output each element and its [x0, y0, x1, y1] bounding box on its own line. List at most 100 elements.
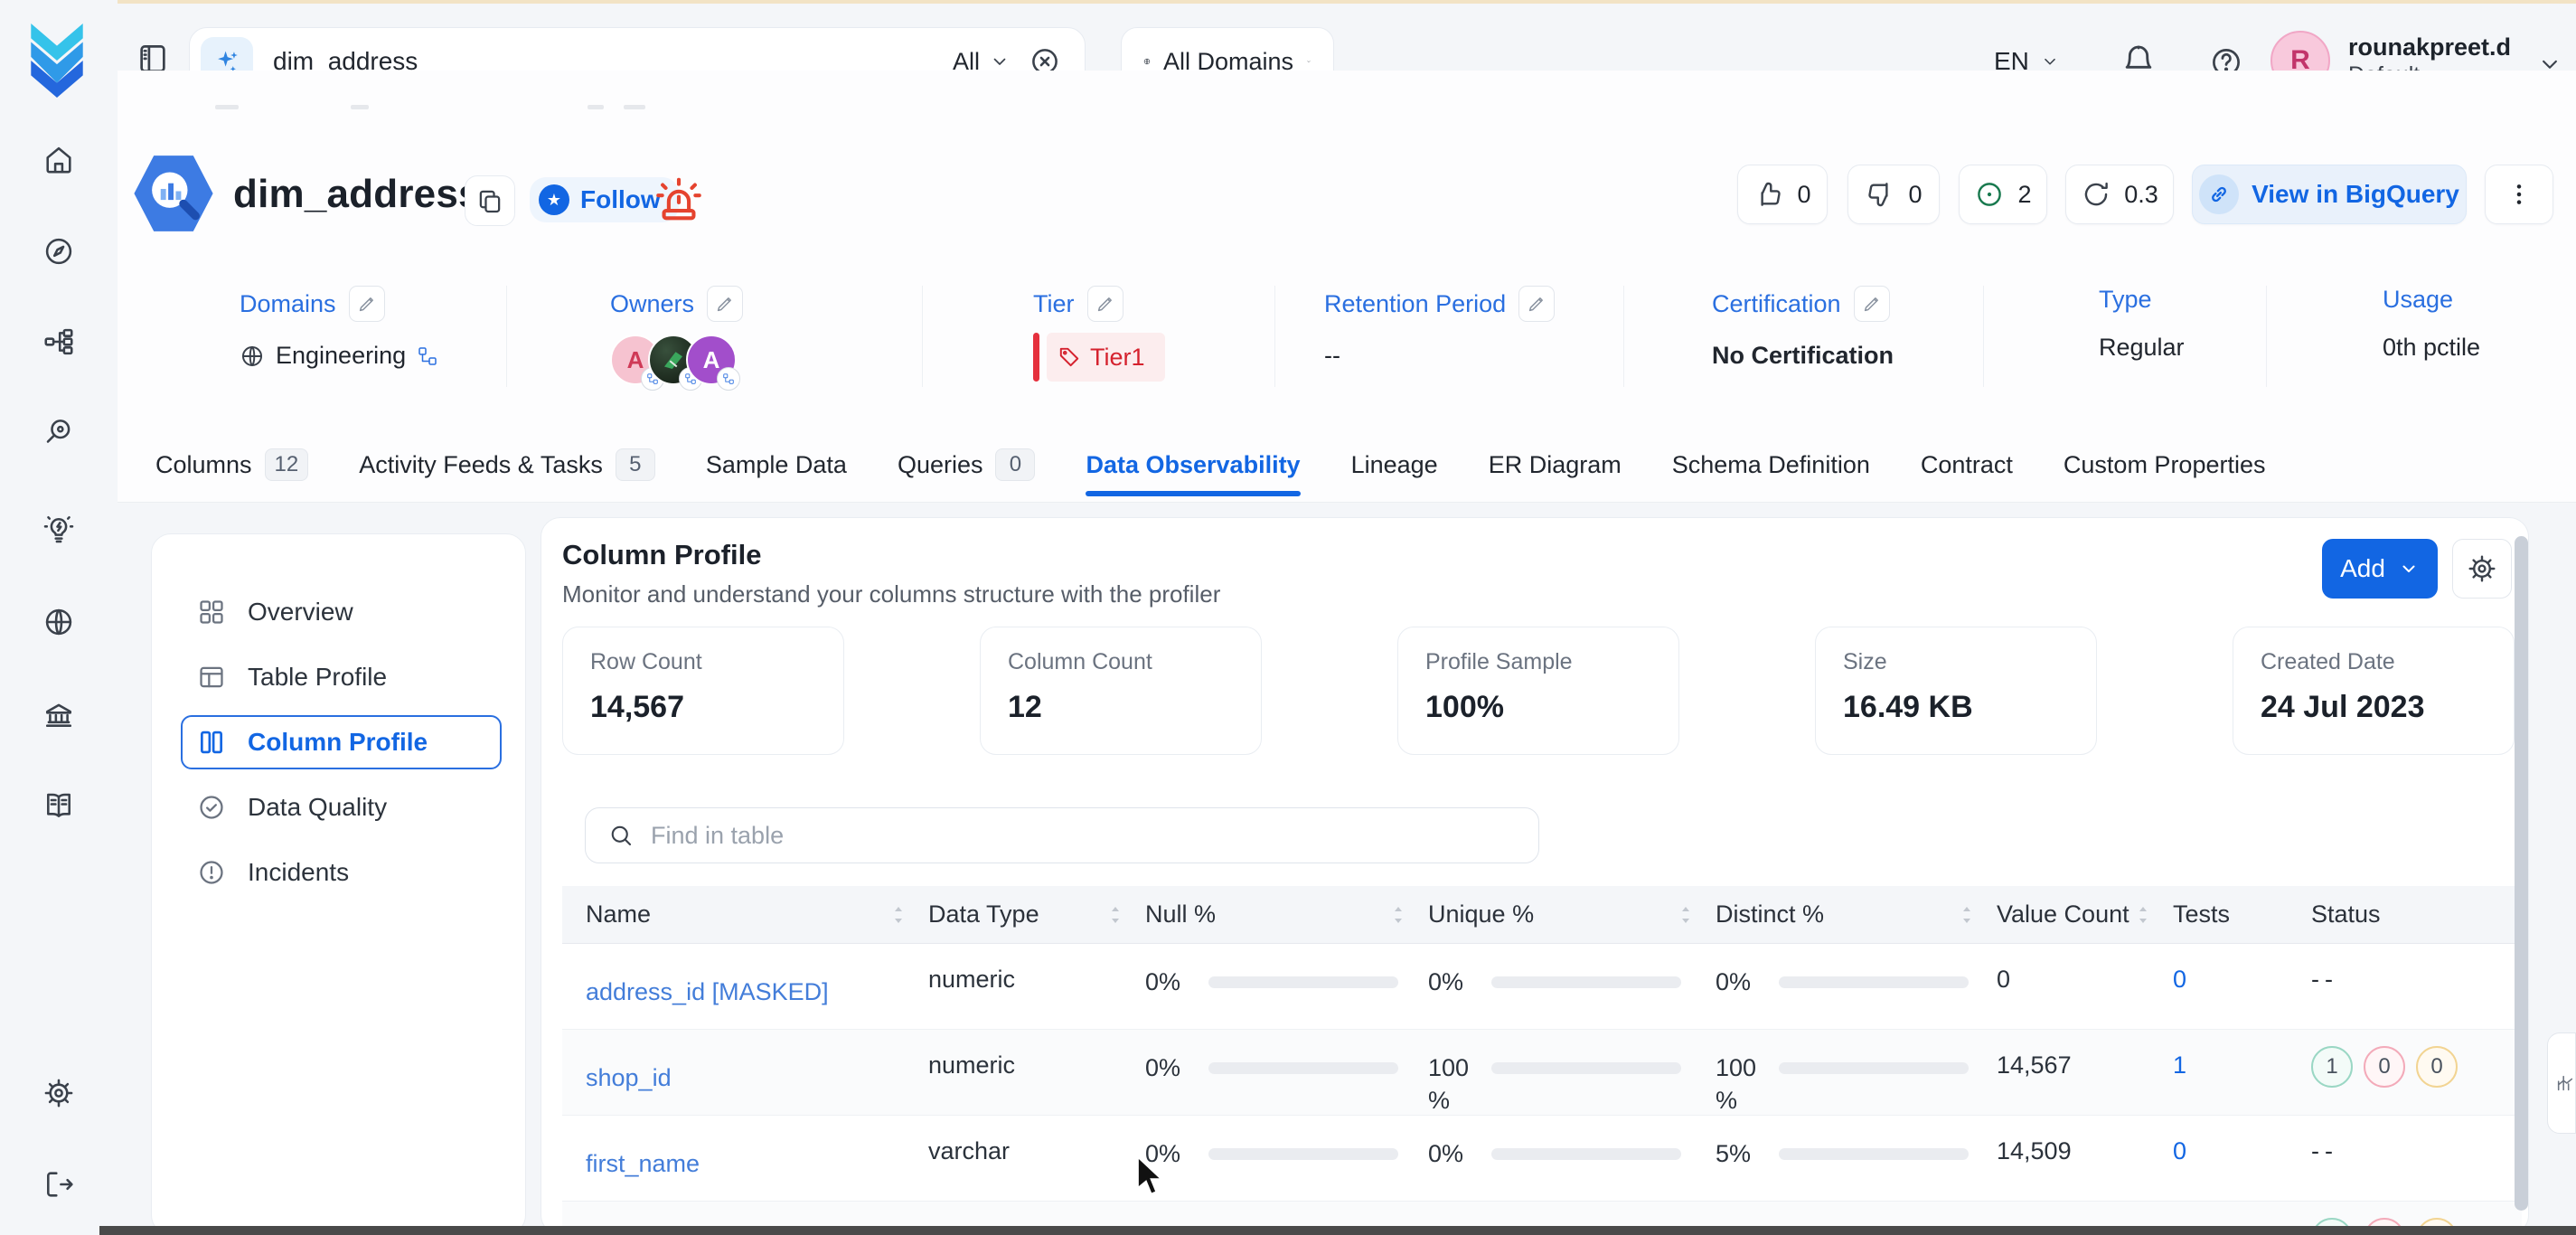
- distinct-progress-bar: [1779, 976, 1969, 988]
- entity-tabs: Columns12 Activity Feeds & Tasks5 Sample…: [118, 449, 2576, 503]
- chevron-down-icon: [2398, 558, 2420, 580]
- col-header-value-count[interactable]: Value Count: [1997, 900, 2173, 929]
- data-assets-icon[interactable]: [42, 325, 75, 358]
- tab-contract[interactable]: Contract: [1921, 449, 2013, 496]
- edit-owners-button[interactable]: [707, 286, 743, 322]
- tab-activity-feeds[interactable]: Activity Feeds & Tasks5: [359, 449, 655, 496]
- edit-certification-button[interactable]: [1854, 286, 1890, 322]
- status-success-badge[interactable]: 1: [2311, 1046, 2353, 1088]
- explore-compass-icon[interactable]: [42, 235, 75, 268]
- stat-created-date: Created Date 24 Jul 2023: [2233, 627, 2515, 755]
- panel-title: Column Profile: [562, 539, 1220, 571]
- user-name: rounakpreet.d: [2348, 33, 2511, 63]
- col-header-data-type[interactable]: Data Type: [928, 900, 1145, 929]
- column-name-link[interactable]: shop_id: [562, 1030, 928, 1092]
- col-header-distinct[interactable]: Distinct %: [1716, 900, 1997, 929]
- home-icon[interactable]: [42, 144, 75, 176]
- add-button[interactable]: Add: [2322, 539, 2438, 599]
- incident-siren-icon[interactable]: [653, 174, 705, 231]
- tests-count-link[interactable]: 0: [2173, 1116, 2311, 1165]
- tier-section: Tier Tier1: [923, 286, 1275, 387]
- more-actions-button[interactable]: [2485, 165, 2553, 224]
- alert-circle-icon: [197, 858, 226, 887]
- col-header-null[interactable]: Null %: [1145, 900, 1428, 929]
- floating-widget-cut[interactable]: [2547, 1032, 2576, 1134]
- subdomain-link-icon: [417, 345, 438, 367]
- govern-bank-icon[interactable]: [42, 699, 75, 731]
- column-name-link[interactable]: address_id [MASKED]: [562, 944, 928, 1006]
- table-header-row: Name Data Type Null % Unique % Distinct …: [562, 886, 2522, 944]
- tab-custom-properties[interactable]: Custom Properties: [2064, 449, 2266, 496]
- sort-icon[interactable]: [2137, 904, 2149, 926]
- version-button[interactable]: 0.3: [2065, 165, 2174, 224]
- tests-count-link[interactable]: 0: [2173, 944, 2311, 994]
- vertical-scrollbar[interactable]: [2515, 536, 2528, 1211]
- app-window: All All Domains EN R rounakpreet.d: [0, 0, 2576, 1235]
- sort-icon[interactable]: [892, 904, 905, 926]
- mouse-cursor: [1134, 1155, 1165, 1202]
- column-name-link[interactable]: first_name: [562, 1116, 928, 1178]
- status-cell: --: [2311, 1116, 2522, 1165]
- find-in-table[interactable]: [585, 807, 1539, 863]
- domains-globe-icon[interactable]: [42, 606, 75, 638]
- tests-count-link[interactable]: 1: [2173, 1030, 2311, 1079]
- tab-schema-definition[interactable]: Schema Definition: [1672, 449, 1870, 496]
- upvote-button[interactable]: 0: [1737, 165, 1828, 224]
- tab-er-diagram[interactable]: ER Diagram: [1489, 449, 1622, 496]
- distinct-percent-cell: 5%: [1716, 1116, 1997, 1170]
- tab-sample-data[interactable]: Sample Data: [706, 449, 847, 496]
- tab-lineage[interactable]: Lineage: [1351, 449, 1438, 496]
- logout-icon[interactable]: [42, 1168, 75, 1201]
- discovery-icon[interactable]: [42, 416, 75, 448]
- owner-avatar[interactable]: A: [686, 335, 737, 385]
- grid-icon: [197, 598, 226, 627]
- unique-progress-bar: [1491, 1062, 1681, 1074]
- thumbs-down-icon: [1865, 179, 1895, 210]
- null-progress-bar: [1208, 1062, 1398, 1074]
- distinct-percent-cell: 100 %: [1716, 1030, 1997, 1117]
- col-header-name[interactable]: Name: [562, 900, 928, 929]
- status-aborted-badge[interactable]: 0: [2416, 1046, 2458, 1088]
- kebab-menu-icon: [2505, 180, 2534, 209]
- panel-subtitle: Monitor and understand your columns stru…: [562, 580, 1220, 608]
- subnav-table-profile[interactable]: Table Profile: [181, 650, 502, 704]
- null-progress-bar: [1208, 976, 1398, 988]
- sort-icon[interactable]: [1109, 904, 1122, 926]
- copy-icon[interactable]: [465, 175, 515, 226]
- subnav-incidents[interactable]: Incidents: [181, 845, 502, 900]
- edit-domains-button[interactable]: [349, 286, 385, 322]
- null-percent-cell: 0%: [1145, 1030, 1428, 1084]
- subnav-column-profile[interactable]: Column Profile: [181, 715, 502, 769]
- chevron-down-icon: [1306, 51, 1312, 72]
- col-header-unique[interactable]: Unique %: [1428, 900, 1716, 929]
- col-header-tests: Tests: [2173, 900, 2311, 929]
- tier-tag[interactable]: Tier1: [1033, 333, 1274, 382]
- find-in-table-input[interactable]: [649, 821, 1517, 851]
- insights-icon[interactable]: [42, 513, 75, 545]
- app-logo[interactable]: [27, 24, 87, 102]
- stat-profile-sample: Profile Sample 100%: [1397, 627, 1679, 755]
- breadcrumb: [215, 105, 239, 109]
- glossary-book-icon[interactable]: [42, 789, 75, 822]
- sort-icon[interactable]: [1679, 904, 1692, 926]
- sort-icon[interactable]: [1960, 904, 1973, 926]
- bigquery-service-icon: [127, 154, 221, 238]
- tab-columns[interactable]: Columns12: [155, 449, 308, 496]
- profile-stats: Row Count 14,567 Column Count 12 Profile…: [562, 627, 2515, 755]
- subnav-data-quality[interactable]: Data Quality: [181, 780, 502, 834]
- downvote-button[interactable]: 0: [1847, 165, 1940, 224]
- sort-icon[interactable]: [1392, 904, 1405, 926]
- table-row: address_id [MASKED] numeric 0% 0% 0% 0 0…: [562, 944, 2522, 1030]
- null-progress-bar: [1208, 1148, 1398, 1160]
- profiler-settings-button[interactable]: [2452, 539, 2512, 599]
- settings-gear-icon[interactable]: [42, 1077, 75, 1109]
- followers-button[interactable]: 2: [1959, 165, 2047, 224]
- domain-value[interactable]: Engineering: [240, 342, 506, 370]
- edit-tier-button[interactable]: [1087, 286, 1123, 322]
- status-failed-badge[interactable]: 0: [2364, 1046, 2405, 1088]
- edit-retention-button[interactable]: [1518, 286, 1555, 322]
- tab-data-observability[interactable]: Data Observability: [1086, 449, 1300, 496]
- tab-queries[interactable]: Queries0: [898, 449, 1036, 496]
- subnav-overview[interactable]: Overview: [181, 585, 502, 639]
- view-in-bigquery-button[interactable]: View in BigQuery: [2192, 165, 2467, 224]
